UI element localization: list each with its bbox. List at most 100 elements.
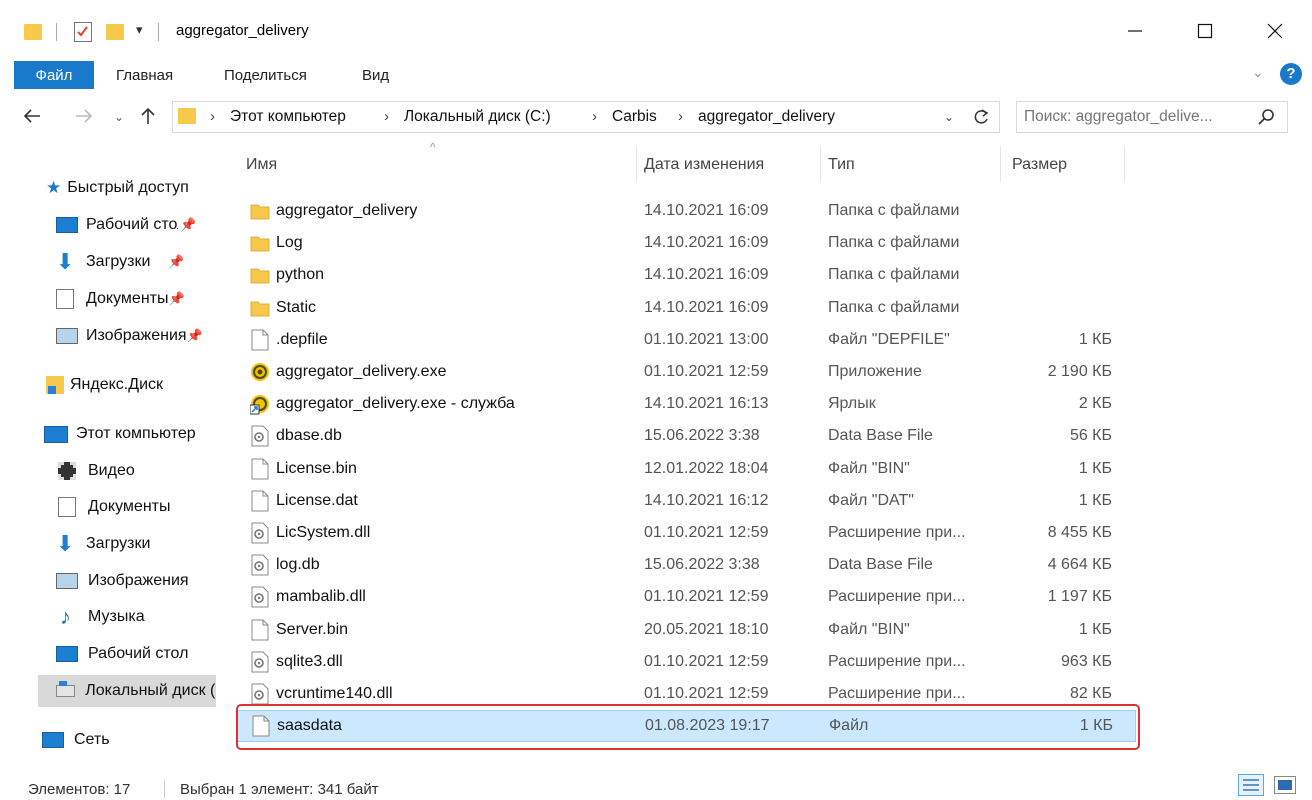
column-header-date[interactable]: Дата изменения: [644, 156, 764, 174]
ribbon-expand-icon[interactable]: ⌄: [1252, 64, 1264, 81]
breadcrumb-local-disk[interactable]: Локальный диск (C:): [404, 108, 551, 126]
separator: [164, 780, 165, 798]
table-row[interactable]: aggregator_delivery 14.10.2021 16:09 Папка…: [236, 196, 1136, 226]
nav-network[interactable]: Сеть: [42, 724, 216, 756]
file-date: 14.10.2021 16:12: [644, 491, 769, 509]
nav-pc-music[interactable]: ♪ Музыка: [60, 601, 216, 633]
window-title: aggregator_delivery: [176, 22, 309, 39]
file-type: Data Base File: [828, 556, 933, 574]
properties-icon[interactable]: [74, 22, 92, 42]
breadcrumb-carbis[interactable]: Carbis: [612, 108, 657, 126]
chevron-right-icon: ›: [384, 108, 389, 125]
pin-icon[interactable]: 📌: [187, 328, 203, 344]
nav-pc-local-disk[interactable]: Локальный диск (C:): [38, 675, 216, 707]
table-row[interactable]: License.dat 14.10.2021 16:12 Файл "DAT" 1 К…: [236, 486, 1136, 516]
nav-quick-access[interactable]: ★ Быстрый доступ: [46, 172, 216, 204]
nav-pc-documents[interactable]: Документы: [58, 491, 216, 523]
file-type: Папка с файлами: [828, 298, 960, 316]
back-button[interactable]: [22, 106, 42, 130]
breadcrumb-this-pc[interactable]: Этот компьютер: [230, 108, 346, 126]
up-button[interactable]: [138, 106, 158, 130]
refresh-icon[interactable]: [972, 107, 990, 131]
column-header-type[interactable]: Тип: [828, 156, 855, 174]
file-name: mambalib.dll: [276, 588, 366, 606]
file-date: 20.05.2021 18:10: [644, 620, 769, 638]
file-type: Data Base File: [828, 427, 933, 445]
status-item-count: Элементов: 17: [28, 781, 131, 798]
gear-file-icon: [250, 522, 270, 544]
computer-icon: [44, 425, 68, 443]
close-button[interactable]: [1252, 12, 1298, 50]
file-name: .depfile: [276, 330, 328, 348]
table-row[interactable]: .depfile 01.10.2021 13:00 Файл "DEPFILE" 1 …: [236, 325, 1136, 355]
chevron-right-icon: ›: [210, 108, 215, 125]
column-divider[interactable]: [820, 146, 821, 182]
nav-item-desktop[interactable]: Рабочий стол 📌: [56, 209, 216, 241]
file-size: 4 664 КБ: [1047, 556, 1112, 574]
table-row[interactable]: sqlite3.dll 01.10.2021 12:59 Расширение пр…: [236, 647, 1136, 677]
table-row[interactable]: Server.bin 20.05.2021 18:10 Файл "BIN" 1 КБ: [236, 615, 1136, 645]
nav-pc-video[interactable]: Видео: [58, 455, 216, 487]
tab-view[interactable]: Вид: [362, 67, 389, 84]
nav-yandex-disk[interactable]: Яндекс.Диск: [46, 369, 216, 401]
column-divider[interactable]: [636, 146, 637, 182]
file-type: Папка с файлами: [828, 234, 960, 252]
file-date: 01.10.2021 12:59: [644, 588, 769, 606]
file-date: 14.10.2021 16:09: [644, 202, 769, 219]
column-header-size[interactable]: Размер: [1012, 156, 1067, 174]
search-icon[interactable]: [1258, 108, 1276, 130]
tab-file[interactable]: Файл: [14, 61, 94, 89]
table-row[interactable]: aggregator_delivery.exe 01.10.2021 12:59 П…: [236, 357, 1136, 387]
search-input[interactable]: [1024, 106, 1252, 128]
minimize-button[interactable]: [1112, 12, 1158, 50]
address-dropdown-icon[interactable]: ⌄: [944, 110, 954, 124]
customize-toolbar-icon[interactable]: ▾: [136, 22, 143, 38]
table-row[interactable]: dbase.db 15.06.2022 3:38 Data Base File 56 …: [236, 421, 1136, 451]
recent-locations-icon[interactable]: ⌄: [114, 110, 124, 124]
table-row[interactable]: License.bin 12.01.2022 18:04 Файл "BIN" 1 К…: [236, 454, 1136, 484]
pin-icon[interactable]: 📌: [180, 217, 196, 233]
table-row[interactable]: aggregator_delivery.exe - служба 14.10.20…: [236, 389, 1136, 419]
nav-pc-desktop[interactable]: Рабочий стол: [56, 638, 216, 670]
file-type: Расширение при...: [828, 524, 966, 541]
file-size: 2 190 КБ: [1047, 363, 1112, 380]
file-size: 1 КБ: [1078, 620, 1112, 638]
table-row[interactable]: Static 14.10.2021 16:09 Папка с файлами: [236, 293, 1136, 323]
column-header-name[interactable]: Имя: [246, 156, 277, 174]
new-folder-icon[interactable]: [106, 24, 124, 40]
tab-home[interactable]: Главная: [116, 67, 173, 84]
nav-pc-downloads[interactable]: ⬇ Загрузки: [56, 528, 216, 560]
nav-item-pictures[interactable]: Изображения 📌: [56, 320, 216, 352]
table-row[interactable]: Log 14.10.2021 16:09 Папка с файлами: [236, 228, 1136, 258]
table-row[interactable]: log.db 15.06.2022 3:38 Data Base File 4 664…: [236, 550, 1136, 580]
video-icon: [58, 462, 76, 480]
nav-this-pc[interactable]: Этот компьютер: [44, 418, 216, 450]
pictures-icon: [56, 573, 78, 589]
file-size: 8 455 КБ: [1047, 524, 1112, 541]
file-type: Приложение: [828, 363, 922, 380]
nav-pc-pictures[interactable]: Изображения: [56, 565, 216, 597]
table-row[interactable]: mambalib.dll 01.10.2021 12:59 Расширение п…: [236, 582, 1136, 612]
nav-item-downloads[interactable]: ⬇ Загрузки 📌: [56, 246, 216, 278]
nav-item-documents[interactable]: Документы 📌: [56, 283, 216, 315]
separator: [158, 23, 159, 41]
file-icon: [250, 619, 270, 641]
pin-icon[interactable]: 📌: [168, 291, 184, 307]
column-divider[interactable]: [1000, 146, 1001, 182]
file-size: 2 КБ: [1078, 395, 1112, 413]
breadcrumb-current[interactable]: aggregator_delivery: [698, 108, 835, 126]
forward-button[interactable]: [74, 106, 94, 130]
table-row[interactable]: python 14.10.2021 16:09 Папка с файлами: [236, 260, 1136, 290]
column-divider[interactable]: [1124, 146, 1125, 182]
maximize-button[interactable]: [1182, 12, 1228, 50]
details-view-button[interactable]: [1238, 774, 1264, 796]
help-icon[interactable]: ?: [1280, 63, 1302, 85]
pin-icon[interactable]: 📌: [168, 254, 184, 270]
file-name: log.db: [276, 556, 320, 574]
tab-share[interactable]: Поделиться: [224, 67, 307, 84]
gear-file-icon: [250, 425, 270, 447]
large-icons-view-button[interactable]: [1274, 776, 1296, 794]
folder-icon: [24, 24, 42, 40]
file-name: dbase.db: [276, 427, 342, 445]
table-row[interactable]: LicSystem.dll 01.10.2021 12:59 Расширение …: [236, 518, 1136, 548]
